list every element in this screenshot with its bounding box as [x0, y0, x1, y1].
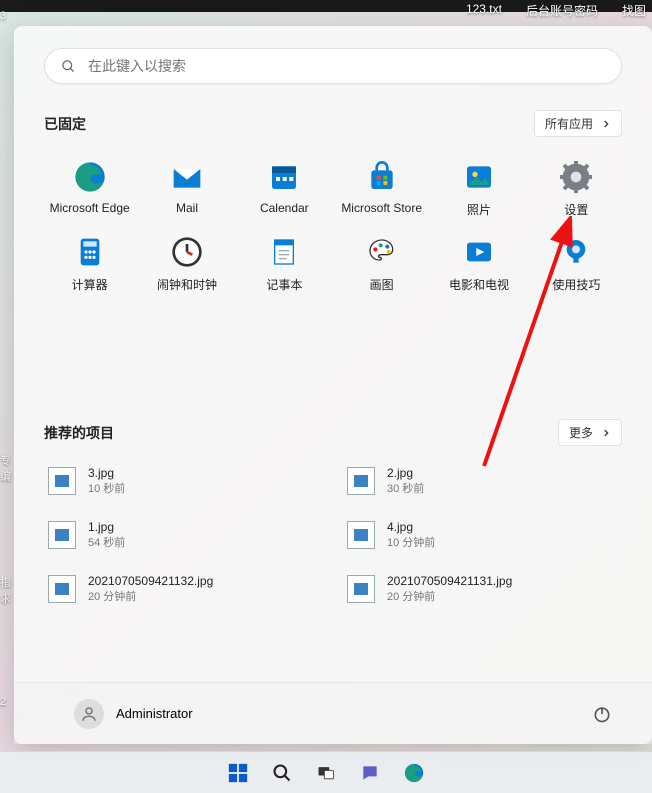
recommended-item-name: 3.jpg	[88, 466, 125, 480]
app-label: 记事本	[266, 276, 302, 293]
app-tile-calendar[interactable]: Calendar	[239, 155, 330, 224]
recommended-item[interactable]: 4.jpg 10 分钟前	[343, 518, 622, 552]
recommended-item-time: 10 秒前	[88, 480, 125, 496]
store-icon	[366, 161, 398, 193]
recommended-item[interactable]: 2021070509421131.jpg 20 分钟前	[343, 572, 622, 606]
pinned-grid: Microsoft Edge Mail Calendar Microsoft S…	[44, 155, 622, 299]
app-tile-photos[interactable]: 照片	[433, 155, 524, 224]
app-tile-calculator[interactable]: 计算器	[44, 230, 135, 299]
recommended-item-name: 4.jpg	[387, 520, 435, 534]
chat-button[interactable]	[357, 760, 383, 786]
recommended-title: 推荐的项目	[44, 423, 114, 443]
settings-icon	[560, 161, 592, 193]
desktop-left-edge: 3 专编 指求 2	[0, 0, 14, 708]
calendar-icon	[268, 161, 300, 193]
recommended-item-time: 30 秒前	[387, 480, 424, 496]
app-tile-paint[interactable]: 画图	[336, 230, 427, 299]
chevron-right-icon	[601, 119, 611, 129]
search-input[interactable]	[88, 58, 605, 74]
edge-icon	[74, 161, 106, 193]
app-label: 画图	[370, 276, 394, 293]
app-tile-store[interactable]: Microsoft Store	[336, 155, 427, 224]
taskbar	[0, 751, 652, 793]
photos-icon	[463, 161, 495, 193]
app-label: 计算器	[72, 276, 108, 293]
app-label: Mail	[176, 201, 198, 215]
chevron-right-icon	[601, 428, 611, 438]
user-name: Administrator	[116, 706, 193, 721]
mail-icon	[171, 161, 203, 193]
image-file-icon	[347, 467, 375, 495]
start-menu: 已固定 所有应用 Microsoft Edge Mail Calendar Mi…	[14, 26, 652, 744]
app-label: Microsoft Store	[341, 201, 422, 215]
user-account-button[interactable]: Administrator	[74, 699, 193, 729]
clock-icon	[171, 236, 203, 268]
image-file-icon	[48, 521, 76, 549]
recommended-item-name: 2021070509421132.jpg	[88, 574, 213, 588]
app-tile-mail[interactable]: Mail	[141, 155, 232, 224]
app-label: 照片	[467, 201, 491, 218]
app-tile-tips[interactable]: 使用技巧	[531, 230, 622, 299]
app-label: 电影和电视	[449, 276, 509, 293]
taskbar-search-button[interactable]	[269, 760, 295, 786]
app-label: Calendar	[260, 201, 309, 215]
app-tile-clock[interactable]: 闹钟和时钟	[141, 230, 232, 299]
image-file-icon	[48, 467, 76, 495]
app-label: Microsoft Edge	[50, 201, 130, 215]
image-file-icon	[347, 521, 375, 549]
power-button[interactable]	[592, 704, 612, 724]
app-tile-movies[interactable]: 电影和电视	[433, 230, 524, 299]
notepad-icon	[268, 236, 300, 268]
recommended-item[interactable]: 2.jpg 30 秒前	[343, 464, 622, 498]
paint-icon	[366, 236, 398, 268]
app-label: 闹钟和时钟	[157, 276, 217, 293]
recommended-grid: 3.jpg 10 秒前 2.jpg 30 秒前 1.jpg 54 秒前 4.jp…	[44, 464, 622, 606]
recommended-item-time: 54 秒前	[88, 534, 125, 550]
calculator-icon	[74, 236, 106, 268]
app-tile-edge[interactable]: Microsoft Edge	[44, 155, 135, 224]
pinned-title: 已固定	[44, 114, 86, 134]
desktop-top-icons: 123.txt 后台账号密码 找图	[460, 0, 652, 21]
recommended-item-name: 1.jpg	[88, 520, 125, 534]
app-label: 设置	[564, 201, 588, 218]
recommended-item-time: 20 分钟前	[387, 588, 512, 604]
recommended-item-time: 10 分钟前	[387, 534, 435, 550]
recommended-item[interactable]: 1.jpg 54 秒前	[44, 518, 323, 552]
start-menu-footer: Administrator	[14, 682, 652, 744]
more-button[interactable]: 更多	[558, 419, 622, 446]
app-tile-notepad[interactable]: 记事本	[239, 230, 330, 299]
app-tile-settings[interactable]: 设置	[531, 155, 622, 224]
search-icon	[61, 59, 76, 74]
recommended-item[interactable]: 2021070509421132.jpg 20 分钟前	[44, 572, 323, 606]
recommended-item-name: 2.jpg	[387, 466, 424, 480]
edge-taskbar-button[interactable]	[401, 760, 427, 786]
tips-icon	[560, 236, 592, 268]
movies-icon	[463, 236, 495, 268]
app-label: 使用技巧	[552, 276, 600, 293]
recommended-item-time: 20 分钟前	[88, 588, 213, 604]
image-file-icon	[48, 575, 76, 603]
start-button[interactable]	[225, 760, 251, 786]
recommended-item-name: 2021070509421131.jpg	[387, 574, 512, 588]
image-file-icon	[347, 575, 375, 603]
task-view-button[interactable]	[313, 760, 339, 786]
search-box[interactable]	[44, 48, 622, 84]
recommended-item[interactable]: 3.jpg 10 秒前	[44, 464, 323, 498]
all-apps-button[interactable]: 所有应用	[534, 110, 622, 137]
avatar	[74, 699, 104, 729]
